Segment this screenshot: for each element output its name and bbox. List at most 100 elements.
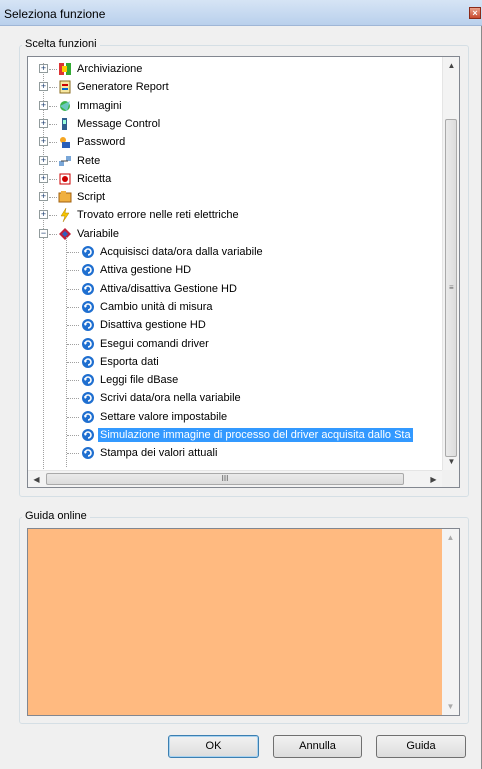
- tree-line: [49, 215, 57, 217]
- scroll-down-icon[interactable]: ▼: [443, 453, 459, 470]
- functions-tree[interactable]: + Archiviazione + Generatore Report + Immagin…: [27, 56, 460, 488]
- recipe-icon: [59, 173, 71, 185]
- tree-child-label: Acquisisci data/ora dalla variabile: [100, 246, 263, 258]
- tree-child-item[interactable]: Esegui comandi driver: [28, 335, 442, 353]
- tree-child-label: Esegui comandi driver: [100, 337, 209, 350]
- tree-item[interactable]: + Message Control: [28, 115, 442, 133]
- tree-child-item[interactable]: Scrivi data/ora nella variabile: [28, 389, 442, 407]
- tree-child-item[interactable]: Settare valore impostabile: [28, 408, 442, 426]
- tree-line: [49, 160, 57, 162]
- expand-toggle-icon[interactable]: +: [39, 173, 48, 183]
- expand-toggle-icon[interactable]: +: [39, 192, 48, 202]
- tree-line: [67, 453, 79, 455]
- tree-item[interactable]: − Variabile: [28, 225, 442, 243]
- tree-line: [49, 87, 57, 89]
- tree-child-label: Disattiva gestione HD: [100, 319, 206, 332]
- function-icon: [82, 319, 94, 332]
- tree-child-label: Cambio unità di misura: [100, 300, 213, 313]
- functions-group-label: Scelta funzioni: [22, 38, 100, 50]
- tree-item-label: Trovato errore nelle reti elettriche: [77, 209, 239, 222]
- lightning-icon: [60, 208, 70, 223]
- dialog-window: Seleziona funzione × Scelta funzioni + Ar…: [0, 0, 482, 769]
- expand-toggle-icon[interactable]: +: [39, 82, 48, 92]
- scroll-left-icon[interactable]: ◀: [28, 471, 45, 487]
- tree-item-label: Ricetta: [77, 172, 112, 185]
- tree-item-label: Variabile: [77, 227, 119, 240]
- tree-line: [49, 105, 57, 107]
- tree-item[interactable]: + Password: [28, 133, 442, 151]
- expand-toggle-icon[interactable]: +: [39, 137, 48, 147]
- scroll-up-icon[interactable]: ▲: [443, 57, 459, 74]
- tree-child-item[interactable]: Attiva gestione HD: [28, 261, 442, 279]
- function-icon: [82, 300, 94, 313]
- tree-line: [49, 123, 57, 125]
- title-bar: Seleziona funzione ×: [0, 0, 482, 26]
- function-icon: [82, 447, 94, 460]
- tree-child-label: Simulazione immagine di processo del dri…: [98, 428, 413, 442]
- report-icon: [59, 80, 71, 94]
- tree-child-label: Settare valore impostabile: [100, 410, 228, 423]
- expand-toggle-icon[interactable]: +: [39, 155, 48, 165]
- tree-item[interactable]: + Archiviazione: [28, 60, 442, 78]
- tree-viewport: + Archiviazione + Generatore Report + Immagin…: [28, 57, 442, 470]
- help-scroll-down-icon[interactable]: ▼: [442, 698, 459, 715]
- tree-line: [67, 270, 79, 272]
- tree-item-label: Password: [77, 136, 126, 149]
- tree-item-label: Archiviazione: [77, 63, 143, 75]
- tree-item[interactable]: + Immagini: [28, 97, 442, 115]
- tree-child-item[interactable]: Leggi file dBase: [28, 371, 442, 389]
- tree-child-item[interactable]: Stampa dei valori attuali: [28, 444, 442, 462]
- tree-child-item[interactable]: Acquisisci data/ora dalla variabile: [28, 243, 442, 261]
- window-title: Seleziona funzione: [4, 7, 106, 21]
- function-icon: [82, 355, 94, 368]
- function-icon: [82, 246, 94, 258]
- expand-toggle-icon[interactable]: +: [39, 100, 48, 110]
- tree-line: [67, 435, 79, 436]
- expand-toggle-icon[interactable]: +: [39, 210, 48, 220]
- tree-vertical-scrollbar[interactable]: ▲ ≡ ▼: [442, 57, 459, 470]
- vertical-scroll-thumb[interactable]: ≡: [445, 119, 457, 457]
- archive-icon: [59, 63, 71, 75]
- tree-child-label: Attiva/disattiva Gestione HD: [100, 282, 237, 295]
- cancel-button[interactable]: Annulla: [273, 735, 362, 758]
- tree-line: [67, 361, 79, 363]
- tree-item[interactable]: + Rete: [28, 152, 442, 170]
- collapse-toggle-icon[interactable]: −: [39, 228, 48, 238]
- tree-line: [67, 398, 79, 400]
- tree-line: [49, 69, 57, 70]
- tree-line: [49, 142, 57, 144]
- tree-item[interactable]: + Trovato errore nelle reti elettriche: [28, 206, 442, 224]
- tree-child-item[interactable]: Attiva/disattiva Gestione HD: [28, 280, 442, 298]
- tree-child-item[interactable]: Cambio unità di misura: [28, 298, 442, 316]
- tree-child-label: Stampa dei valori attuali: [100, 447, 218, 460]
- tree-item[interactable]: + Script: [28, 188, 442, 206]
- tree-child-item[interactable]: Esporta dati: [28, 353, 442, 371]
- help-vertical-scrollbar[interactable]: ▲ ▼: [442, 529, 459, 715]
- function-icon: [82, 374, 94, 387]
- ok-button[interactable]: OK: [168, 735, 259, 758]
- tree-item-label: Message Control: [77, 117, 161, 130]
- tree-horizontal-scrollbar[interactable]: ◀ III ▶: [28, 470, 442, 487]
- grip-icon: ≡: [449, 283, 454, 292]
- tree-item[interactable]: + Generatore Report: [28, 78, 442, 96]
- tree-child-item[interactable]: Disattiva gestione HD: [28, 316, 442, 334]
- tree-child-item[interactable]: Simulazione immagine di processo del dri…: [28, 426, 442, 444]
- expand-toggle-icon[interactable]: +: [39, 118, 48, 128]
- help-scroll-up-icon[interactable]: ▲: [442, 529, 459, 546]
- tree-child-label: Attiva gestione HD: [100, 264, 192, 277]
- horizontal-scroll-thumb[interactable]: III: [46, 473, 404, 485]
- expand-toggle-icon[interactable]: +: [39, 64, 48, 73]
- message-icon: [62, 117, 67, 130]
- help-text-area[interactable]: ▲ ▼: [27, 528, 460, 716]
- help-button[interactable]: Guida: [376, 735, 466, 758]
- tree-item[interactable]: + Ricetta: [28, 170, 442, 188]
- tree-child-label: Leggi file dBase: [100, 374, 179, 387]
- tree-line: [67, 343, 79, 345]
- close-button[interactable]: ×: [469, 7, 481, 19]
- images-icon: [60, 100, 70, 111]
- function-icon: [82, 337, 94, 350]
- function-icon: [82, 429, 94, 441]
- scroll-right-icon[interactable]: ▶: [425, 471, 442, 487]
- tree-line: [67, 252, 79, 253]
- tree-child-label: Esporta dati: [100, 355, 159, 368]
